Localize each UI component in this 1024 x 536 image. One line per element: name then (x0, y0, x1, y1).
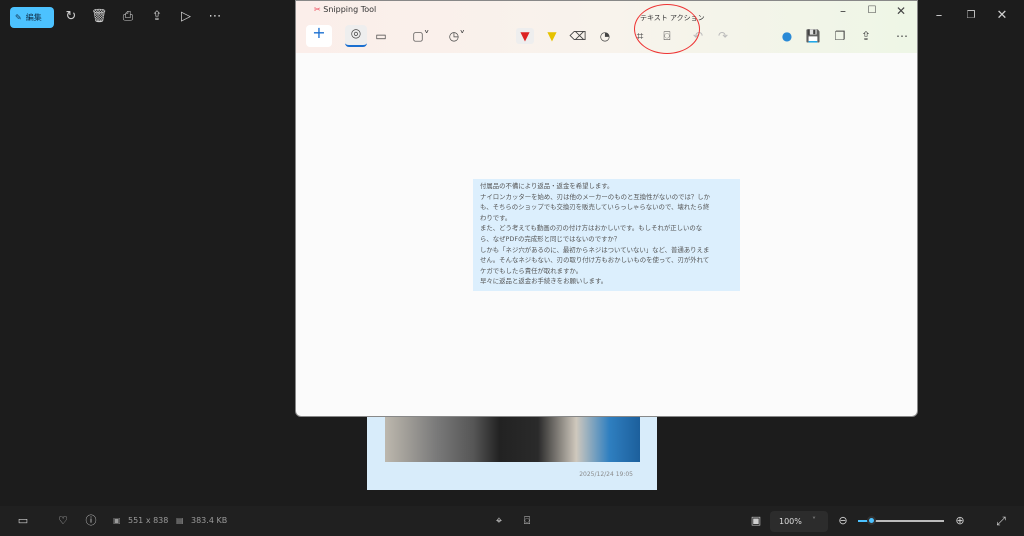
zoom-slider[interactable] (858, 516, 944, 525)
status-bar: ▭ ♡ ⓘ ▣ 551 x 838 ▤ 383.4 KB ⌖ ⌼ ▣ 100% … (0, 506, 1024, 536)
print-icon[interactable]: ⎙ (119, 9, 137, 25)
eraser-icon[interactable]: ⌫ (569, 28, 587, 44)
edit-in-paint-icon[interactable]: ● (778, 28, 796, 44)
fullscreen-icon[interactable]: ⤢ (992, 513, 1010, 529)
photo-image (385, 410, 640, 462)
zoom-slider-thumb[interactable] (866, 516, 876, 525)
text-scan-icon[interactable]: ⌼ (518, 513, 536, 529)
zoom-in-icon[interactable]: ⊕ (951, 513, 969, 529)
edit-button[interactable]: ✎ 編集 (10, 7, 54, 28)
copy-icon[interactable]: ❐ (831, 28, 849, 44)
maximize-icon[interactable]: ☐ (863, 3, 881, 19)
screenshot-mode-icon[interactable]: ◎ (345, 25, 367, 47)
snipping-toolbar: ✂ Snipping Tool – ☐ ✕ + ◎ ▭ ▢˅ ◷˅ ▼ ▼ ⌫ … (296, 1, 917, 53)
file-size: 383.4 KB (191, 516, 228, 525)
highlighter-icon[interactable]: ▼ (543, 28, 561, 44)
text-line: も、そちらのショップでも交換刃を販売していらっしゃらないので、壊れたら終 (480, 203, 710, 212)
photo-timestamp: 2025/12/24 19:05 (579, 471, 633, 478)
video-mode-icon[interactable]: ▭ (372, 28, 390, 44)
text-line: ケガでもしたら責任が取れますか。 (480, 266, 583, 275)
text-line: ナイロンカッターを始め、刃は他のメーカーのものと互換性がないのでは？しか (480, 192, 711, 201)
info-icon[interactable]: ⓘ (82, 513, 100, 529)
delete-icon[interactable]: 🗑 (90, 9, 108, 25)
rotate-icon[interactable]: ↻ (62, 9, 80, 25)
app-icon: ✂ (314, 5, 324, 14)
pen-icon[interactable]: ▼ (516, 28, 534, 44)
save-icon[interactable]: 💾 (804, 28, 822, 44)
annotation-circle (634, 4, 700, 54)
chevron-down-icon: ˅ (812, 516, 816, 525)
filmstrip-icon[interactable]: ▭ (14, 513, 32, 529)
text-line: わりです。 (480, 213, 512, 222)
text-line: せん。そんなネジもない、刃の取り付け方もおかしいものを使って、刃が外れて (480, 256, 710, 265)
slideshow-icon[interactable]: ▷ (177, 9, 195, 25)
text-line: 早々に返品と返金お手続きをお願いします。 (480, 277, 608, 286)
timer-dropdown-icon[interactable]: ◷˅ (444, 28, 470, 44)
text-line: ら、なぜPDFの完成形と同じではないのですか？ (480, 234, 621, 243)
more-icon[interactable]: ⋯ (206, 9, 224, 25)
redo-icon: ↷ (717, 29, 729, 43)
shape-dropdown-icon[interactable]: ▢˅ (408, 28, 434, 44)
zoom-value: 100% (779, 517, 802, 526)
share-icon[interactable]: ⇪ (148, 9, 166, 25)
minimize-icon[interactable]: – (930, 8, 948, 24)
zoom-select[interactable]: 100% ˅ (770, 511, 828, 532)
file-icon: ▤ (176, 516, 184, 525)
new-icon[interactable]: + (306, 25, 332, 47)
shapes-icon[interactable]: ◔ (596, 28, 614, 44)
fit-to-window-icon[interactable]: ▣ (747, 513, 765, 529)
restore-icon[interactable]: ❐ (962, 8, 980, 24)
visual-search-icon[interactable]: ⌖ (490, 513, 508, 529)
minimize-icon[interactable]: – (834, 3, 852, 19)
more-icon[interactable]: ⋯ (893, 28, 911, 44)
close-icon[interactable]: ✕ (993, 8, 1011, 24)
text-line: また、どう考えても動画の刃の付け方はおかしいです。もしそれが正しいのな (480, 224, 703, 233)
share-icon[interactable]: ⇪ (857, 28, 875, 44)
image-icon: ▣ (113, 516, 121, 525)
extracted-text-selection[interactable]: 付属品の不備により返品・返金を希望します。 ナイロンカッターを始め、刃は他のメー… (473, 179, 740, 291)
close-icon[interactable]: ✕ (892, 3, 910, 19)
zoom-out-icon[interactable]: ⊖ (834, 513, 852, 529)
text-line: 付属品の不備により返品・返金を希望します。 (480, 182, 614, 190)
edit-icon: ✎ (15, 13, 22, 22)
window-title: ✂ Snipping Tool (314, 5, 377, 14)
text-line: しかも「ネジ穴があるのに、最初からネジはついていない」など、普通ありえま (480, 245, 710, 254)
favorite-icon[interactable]: ♡ (54, 513, 72, 529)
image-dimensions: 551 x 838 (128, 516, 169, 525)
